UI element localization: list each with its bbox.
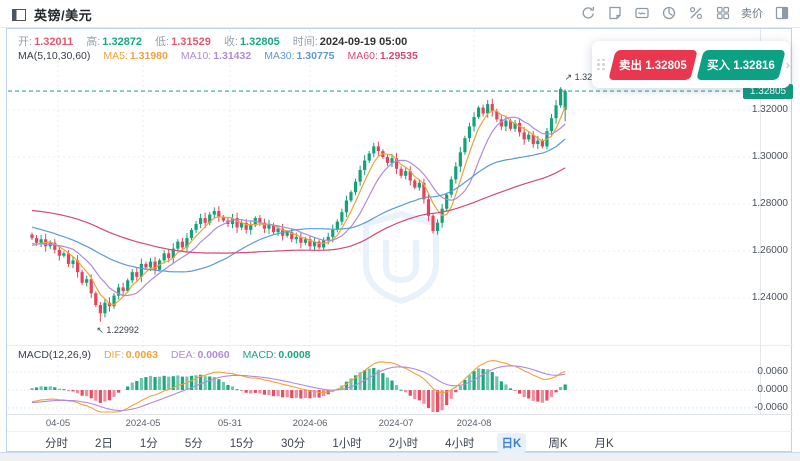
date-axis-tick: 2024-05 — [126, 418, 161, 429]
macd-axis-tick: 0.0000 — [728, 384, 788, 395]
tab-日K[interactable]: 日K — [497, 433, 527, 453]
macd-axis-tick: -0.0060 — [728, 402, 788, 413]
tab-30分[interactable]: 30分 — [276, 433, 310, 453]
legend-title: MACD(12,26,9) — [18, 349, 91, 361]
legend-item: DEA:0.0060 — [171, 349, 230, 361]
legend-title: MA(5,10,30,60) — [18, 50, 90, 62]
legend-item: 时间:2024-09-19 05:00 — [293, 33, 408, 49]
tab-分时[interactable]: 分时 — [40, 433, 73, 453]
date-axis-tick: 2024-06 — [293, 418, 328, 429]
legend-item: MA60:1.29535 — [348, 50, 418, 62]
macd-histogram — [30, 368, 566, 412]
ma30-line — [32, 139, 565, 272]
macd-axis-tick: 0.0060 — [728, 366, 788, 377]
legend-item: MA30:1.30775 — [264, 50, 334, 62]
tab-2日[interactable]: 2日 — [90, 433, 118, 453]
price-axis-tick: 1.28000 — [728, 198, 788, 209]
tab-2小时[interactable]: 2小时 — [384, 433, 423, 453]
legend-item: MA5:1.31980 — [103, 50, 167, 62]
date-axis-tick: 2024-07 — [379, 418, 414, 429]
drag-handle-icon[interactable] — [597, 59, 606, 71]
legend-item: DIF:0.0063 — [104, 349, 158, 361]
timeframe-tabbar: 分时 2日 1分 5分 15分 30分 1小时 2小时 4小时日K 周K 月K — [40, 433, 619, 453]
legend-item: 高:1.32872 — [86, 33, 142, 49]
legend-item: MA10:1.31432 — [181, 50, 251, 62]
tab-5分[interactable]: 5分 — [180, 433, 208, 453]
price-axis-tick: 1.30000 — [728, 151, 788, 162]
ma5-line — [32, 107, 565, 305]
trade-card[interactable]: 卖出 1.32805 买入 1.32816 › — [592, 41, 790, 88]
legend-item: 低:1.31529 — [155, 33, 211, 49]
tab-1小时[interactable]: 1小时 — [327, 433, 366, 453]
ma10-line — [32, 117, 565, 295]
price-axis-tick: 1.26000 — [728, 245, 788, 256]
date-axis-tick: 2024-08 — [457, 418, 492, 429]
date-axis-tick: 04-05 — [46, 418, 70, 429]
macd-legend: MACD(12,26,9) DIF:0.0063 DEA:0.0060 MACD:0.… — [18, 349, 311, 361]
legend-item: MACD:0.0008 — [243, 349, 311, 361]
ohlc-legend: 开:1.32011 高:1.32872 低:1.31529 收:1.32805 时间:2… — [18, 33, 407, 49]
price-axis-tick: 1.24000 — [728, 292, 788, 303]
tab-1分[interactable]: 1分 — [135, 433, 163, 453]
dif-line — [32, 361, 565, 412]
low-price-annotation: ↖ 1.22992 — [96, 325, 139, 336]
legend-item: 开:1.32011 — [18, 33, 73, 49]
legend-item: 收:1.32805 — [224, 33, 280, 49]
ma-legend: MA(5,10,30,60) MA5:1.31980 MA10:1.31432 MA3… — [18, 50, 418, 62]
tab-周K[interactable]: 周K — [543, 433, 572, 453]
collapse-chevron-icon[interactable]: › — [786, 57, 790, 72]
buy-button[interactable]: 买入 1.32816 — [696, 50, 786, 80]
tab-15分[interactable]: 15分 — [225, 433, 259, 453]
ma60-line — [32, 168, 565, 253]
tab-月K[interactable]: 月K — [590, 433, 619, 453]
tab-4小时[interactable]: 4小时 — [440, 433, 479, 453]
price-axis-tick: 1.32000 — [728, 104, 788, 115]
date-axis-tick: 05-31 — [218, 418, 242, 429]
sell-button[interactable]: 卖出 1.32805 — [609, 50, 699, 80]
